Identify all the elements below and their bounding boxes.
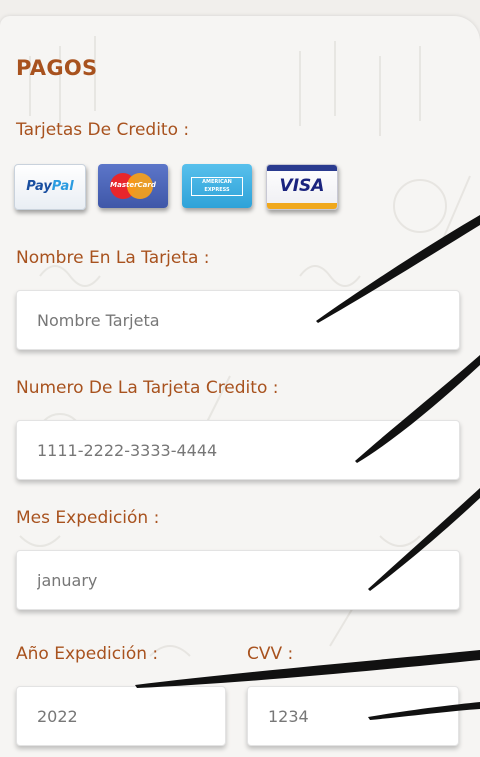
cvv-input[interactable]: [247, 686, 459, 746]
card-number-input[interactable]: [16, 420, 460, 480]
cvv-label: CVV :: [247, 644, 294, 664]
amex-logo[interactable]: AMERICAN EXPRESS: [182, 164, 252, 208]
mastercard-logo[interactable]: MasterCard: [98, 164, 168, 208]
visa-logo[interactable]: VISA: [266, 164, 338, 210]
card-name-label: Nombre En La Tarjeta :: [16, 248, 210, 268]
card-number-label: Numero De La Tarjeta Credito :: [16, 378, 279, 398]
card-name-input[interactable]: [16, 290, 460, 350]
exp-year-label: Año Expedición :: [16, 644, 159, 664]
exp-year-input[interactable]: [16, 686, 226, 746]
paypal-logo[interactable]: PayPal: [14, 164, 86, 210]
exp-month-input[interactable]: [16, 550, 460, 610]
cards-label: Tarjetas De Credito :: [16, 120, 190, 140]
payments-title: PAGOS: [16, 56, 98, 80]
payment-panel: PAGOS Tarjetas De Credito : PayPal Maste…: [0, 16, 480, 757]
exp-month-label: Mes Expedición :: [16, 508, 160, 528]
